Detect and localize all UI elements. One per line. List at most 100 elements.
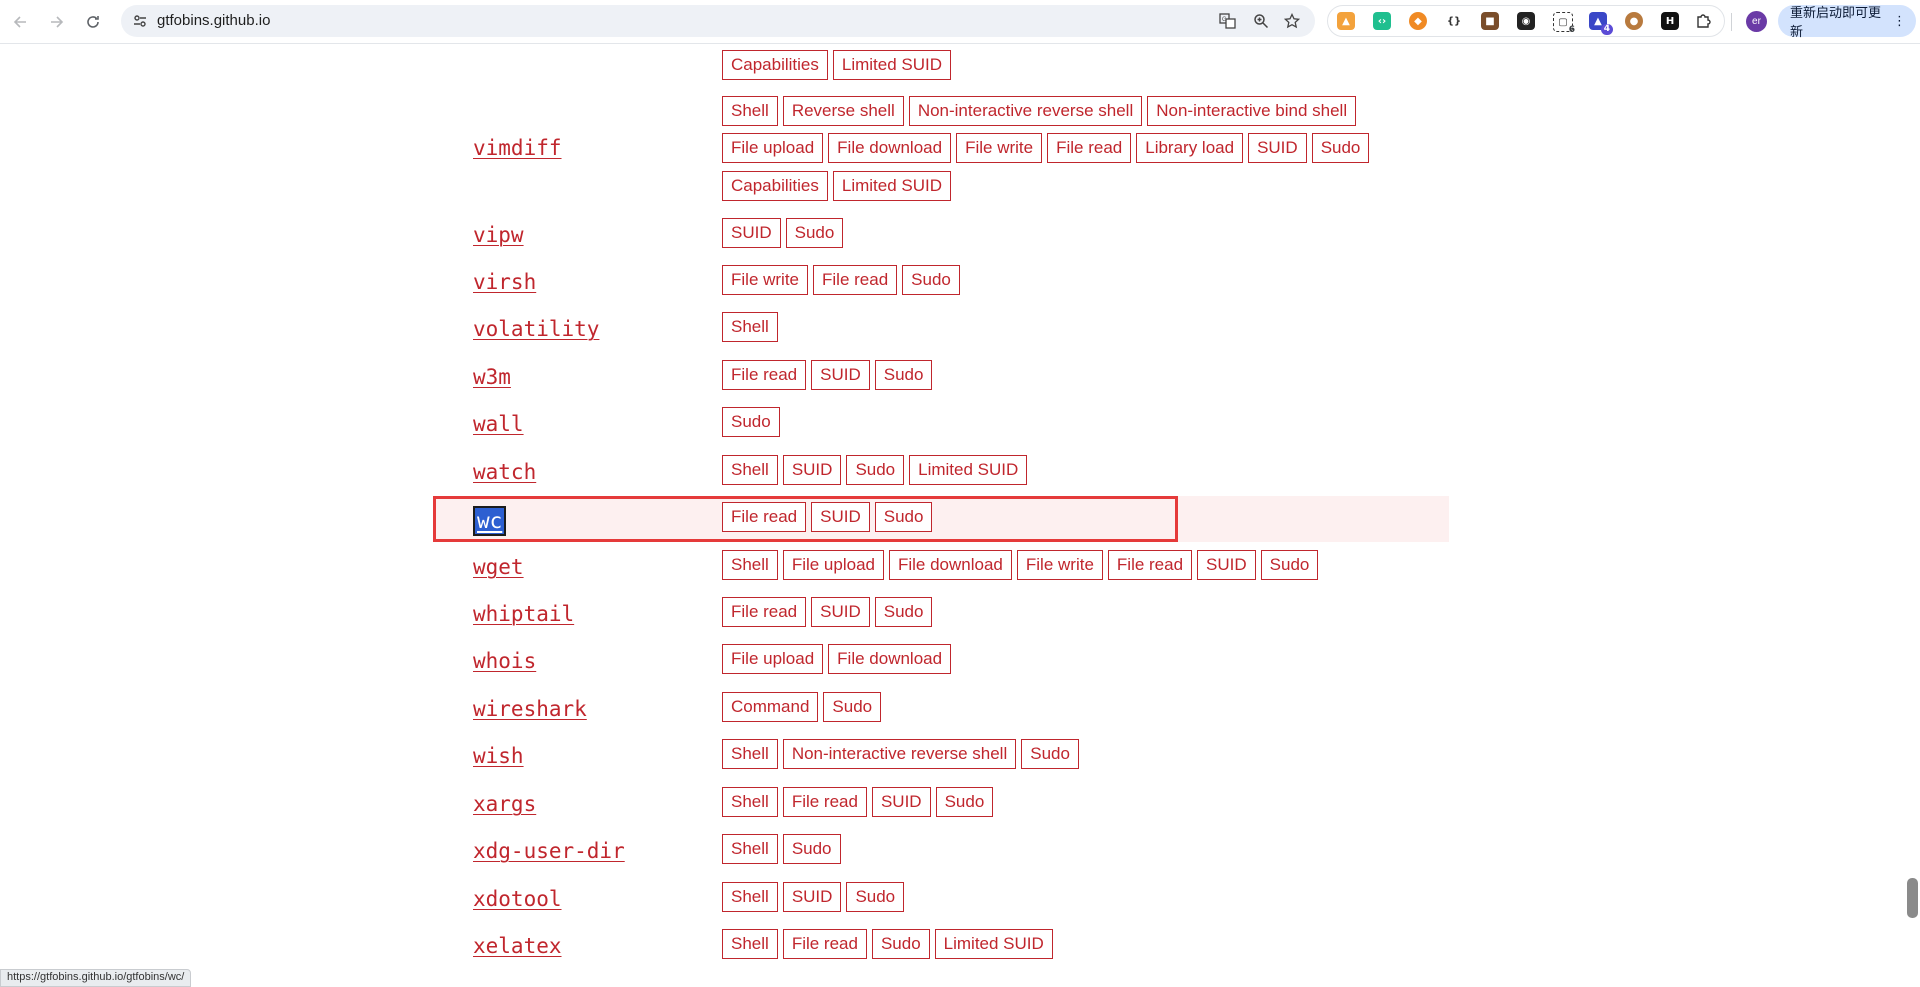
binary-link-whiptail[interactable]: whiptail bbox=[473, 602, 574, 626]
binary-link-w3m[interactable]: w3m bbox=[473, 365, 511, 389]
function-tag[interactable]: SUID bbox=[811, 597, 870, 627]
function-tag[interactable]: File download bbox=[888, 550, 1012, 580]
metamask-extension-icon[interactable]: ▲ bbox=[1337, 12, 1355, 30]
function-tag[interactable]: File download bbox=[828, 133, 952, 163]
binary-link-wget[interactable]: wget bbox=[473, 555, 524, 579]
function-tag[interactable]: Sudo bbox=[1260, 550, 1319, 580]
function-tag[interactable]: File write bbox=[1016, 550, 1103, 580]
function-tag[interactable]: File write bbox=[956, 133, 1043, 163]
forward-button[interactable] bbox=[43, 9, 69, 35]
h-extension-icon[interactable]: H bbox=[1661, 12, 1679, 30]
back-button[interactable] bbox=[8, 9, 34, 35]
address-bar[interactable]: gtfobins.github.io G bbox=[121, 5, 1315, 37]
function-tag[interactable]: Sudo bbox=[874, 360, 933, 390]
binary-link-vipw[interactable]: vipw bbox=[473, 223, 524, 247]
function-tag[interactable]: Shell bbox=[722, 739, 778, 769]
function-tag[interactable]: Shell bbox=[722, 882, 778, 912]
extensions-puzzle-icon[interactable] bbox=[1694, 12, 1712, 30]
ghostery-extension-icon[interactable]: ◉ bbox=[1517, 12, 1535, 30]
function-tag[interactable]: Capabilities bbox=[722, 50, 828, 80]
bookmark-star-icon[interactable] bbox=[1283, 12, 1301, 30]
scrollbar-thumb[interactable] bbox=[1907, 878, 1918, 918]
function-tag[interactable]: Shell bbox=[722, 312, 778, 342]
function-tag[interactable]: File upload bbox=[722, 644, 824, 674]
function-tag[interactable]: Shell bbox=[722, 96, 778, 126]
function-tag[interactable]: File upload bbox=[782, 550, 884, 580]
function-tag[interactable]: Sudo bbox=[846, 455, 905, 485]
binary-link-volatility[interactable]: volatility bbox=[473, 317, 599, 341]
function-tag[interactable]: SUID bbox=[1197, 550, 1256, 580]
function-tag[interactable]: File download bbox=[828, 644, 952, 674]
function-tag[interactable]: File read bbox=[813, 265, 898, 295]
function-tag[interactable]: Sudo bbox=[846, 882, 905, 912]
function-tag[interactable]: Sudo bbox=[782, 834, 841, 864]
screenshot-extension-icon[interactable]: ▢ 6 bbox=[1553, 12, 1575, 35]
function-tag[interactable]: File read bbox=[722, 360, 807, 390]
binary-link-watch[interactable]: watch bbox=[473, 460, 536, 484]
function-tag[interactable]: SUID bbox=[1248, 133, 1307, 163]
function-tag[interactable]: Non-interactive reverse shell bbox=[782, 739, 1017, 769]
function-tag[interactable]: Sudo bbox=[935, 787, 994, 817]
function-tag[interactable]: Shell bbox=[722, 834, 778, 864]
cookie-extension-icon[interactable]: ● bbox=[1625, 12, 1643, 30]
function-tag[interactable]: SUID bbox=[871, 787, 931, 817]
function-tag[interactable]: Sudo bbox=[874, 597, 933, 627]
function-tag[interactable]: Sudo bbox=[823, 692, 882, 722]
function-tag[interactable]: Sudo bbox=[722, 407, 780, 437]
binary-link-xelatex[interactable]: xelatex bbox=[473, 934, 562, 958]
binary-link-wish[interactable]: wish bbox=[473, 744, 524, 768]
function-tag[interactable]: SUID bbox=[722, 218, 781, 248]
code-extension-icon[interactable]: ‹› bbox=[1373, 12, 1391, 30]
function-tag[interactable]: Reverse shell bbox=[782, 96, 904, 126]
function-tag[interactable]: File read bbox=[782, 787, 867, 817]
orange-extension-icon[interactable]: ◆ bbox=[1409, 12, 1427, 30]
binary-link-xargs[interactable]: xargs bbox=[473, 792, 536, 816]
binary-link-xdotool[interactable]: xdotool bbox=[473, 887, 562, 911]
profile-avatar[interactable]: er bbox=[1746, 11, 1767, 32]
avatar-extension-icon[interactable]: ■ bbox=[1481, 12, 1499, 30]
binary-link-virsh[interactable]: virsh bbox=[473, 270, 536, 294]
binary-link-xdg-user-dir[interactable]: xdg-user-dir bbox=[473, 839, 625, 863]
function-tag[interactable]: File read bbox=[782, 929, 867, 959]
function-tag[interactable]: File read bbox=[722, 597, 807, 627]
function-tag[interactable]: SUID bbox=[782, 882, 842, 912]
function-tag[interactable]: Shell bbox=[722, 455, 778, 485]
function-tag[interactable]: Limited SUID bbox=[934, 929, 1053, 959]
binary-link-wall[interactable]: wall bbox=[473, 412, 524, 436]
site-info-icon[interactable] bbox=[131, 12, 149, 30]
function-tag[interactable]: Shell bbox=[722, 550, 778, 580]
function-tag[interactable]: Limited SUID bbox=[832, 50, 952, 80]
function-tag[interactable]: SUID bbox=[811, 360, 870, 390]
function-tag[interactable]: Non-interactive reverse shell bbox=[908, 96, 1143, 126]
function-tag[interactable]: Sudo bbox=[1021, 739, 1079, 769]
function-tag[interactable]: Sudo bbox=[902, 265, 960, 295]
more-menu-icon[interactable]: ⋮ bbox=[1893, 14, 1906, 29]
binary-link-vimdiff[interactable]: vimdiff bbox=[473, 136, 562, 160]
function-tag[interactable]: Sudo bbox=[1311, 133, 1370, 163]
function-tag[interactable]: Capabilities bbox=[722, 171, 828, 201]
function-tag[interactable]: File read bbox=[1107, 550, 1193, 580]
reload-button[interactable] bbox=[80, 9, 106, 35]
function-tag[interactable]: SUID bbox=[782, 455, 842, 485]
function-tag[interactable]: Library load bbox=[1136, 133, 1244, 163]
function-tag[interactable]: Limited SUID bbox=[832, 171, 952, 201]
function-tag[interactable]: Shell bbox=[722, 787, 778, 817]
function-tag[interactable]: Sudo bbox=[871, 929, 930, 959]
function-tag[interactable]: Sudo bbox=[785, 218, 844, 248]
translate-icon[interactable]: G bbox=[1219, 12, 1237, 30]
url-text[interactable]: gtfobins.github.io bbox=[157, 12, 270, 29]
function-tag[interactable]: Non-interactive bind shell bbox=[1147, 96, 1357, 126]
binary-link-whois[interactable]: whois bbox=[473, 649, 536, 673]
zoom-icon[interactable] bbox=[1252, 12, 1270, 30]
function-tag[interactable]: File read bbox=[1047, 133, 1132, 163]
vertical-scrollbar[interactable] bbox=[1904, 44, 1920, 979]
function-tag[interactable]: Command bbox=[722, 692, 819, 722]
function-tag[interactable]: Shell bbox=[722, 929, 778, 959]
function-tag[interactable]: File upload bbox=[722, 133, 824, 163]
function-tag[interactable]: Limited SUID bbox=[909, 455, 1028, 485]
binary-link-wireshark[interactable]: wireshark bbox=[473, 697, 587, 721]
update-button[interactable]: 重新启动即可更新 ⋮ bbox=[1778, 5, 1916, 40]
json-extension-icon[interactable]: {} bbox=[1445, 12, 1463, 30]
hat-extension-icon[interactable]: ▲ 4 bbox=[1589, 12, 1613, 35]
function-tag[interactable]: File write bbox=[722, 265, 809, 295]
